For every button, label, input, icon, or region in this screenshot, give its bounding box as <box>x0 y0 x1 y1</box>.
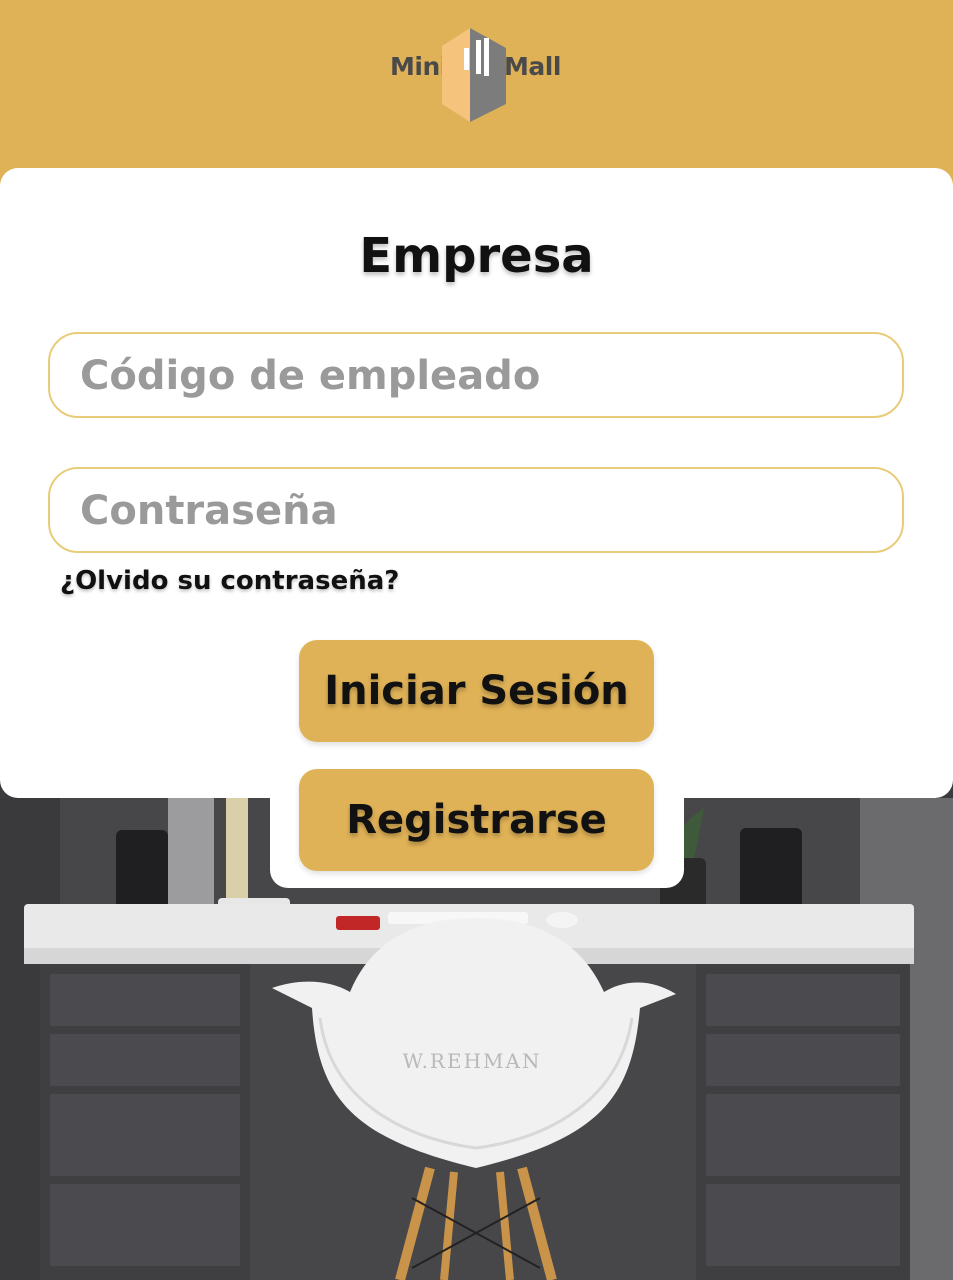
employee-code-field[interactable] <box>48 332 904 418</box>
chair-brand-text: W.REHMAN <box>403 1049 542 1073</box>
login-button[interactable]: Iniciar Sesión <box>299 640 654 742</box>
password-input[interactable] <box>78 469 882 553</box>
employee-code-input[interactable] <box>78 334 882 418</box>
password-field[interactable] <box>48 467 904 553</box>
register-button[interactable]: Registrarse <box>299 769 654 871</box>
building-icon <box>442 28 506 122</box>
page-title: Empresa <box>359 228 594 284</box>
logo-word-right: Mall <box>504 52 561 81</box>
forgot-password-link[interactable]: ¿Olvido su contraseña? <box>60 566 399 596</box>
minimall-logo: Mini Mall <box>388 24 564 124</box>
